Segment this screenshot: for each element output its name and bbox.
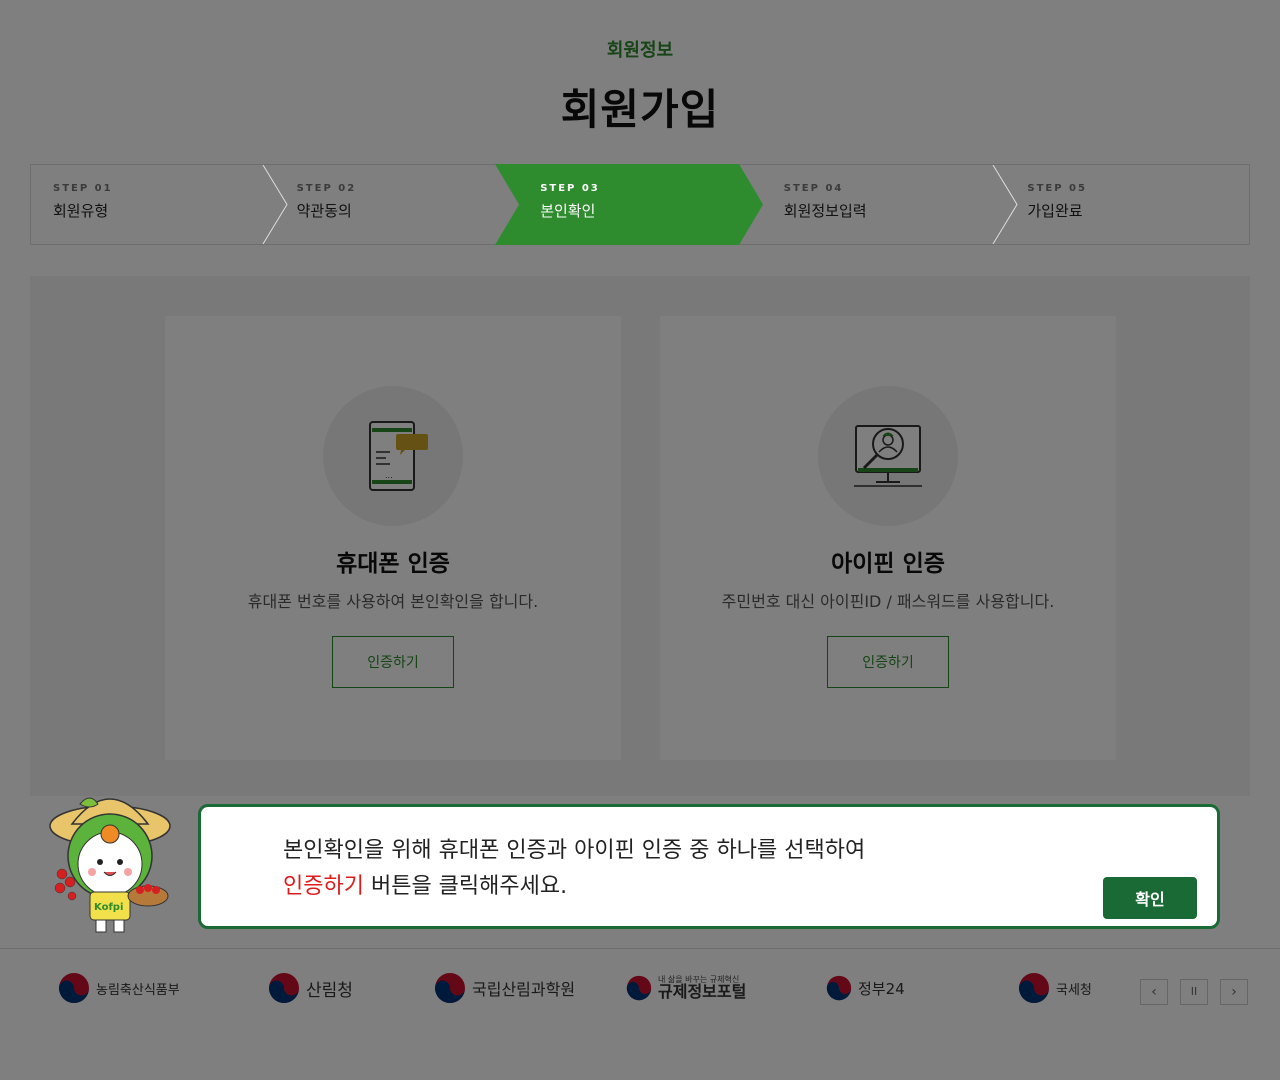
dialog-message-line2: 인증하기 버튼을 클릭해주세요. bbox=[283, 869, 865, 905]
alert-dialog: 본인확인을 위해 휴대폰 인증과 아이핀 인증 중 하나를 선택하여 인증하기 … bbox=[198, 804, 1220, 929]
dialog-message: 본인확인을 위해 휴대폰 인증과 아이핀 인증 중 하나를 선택하여 인증하기 … bbox=[283, 833, 865, 905]
step-divider bbox=[992, 165, 1018, 244]
dialog-message-line1: 본인확인을 위해 휴대폰 인증과 아이핀 인증 중 하나를 선택하여 bbox=[283, 838, 866, 863]
mascot-icon: Kofpi bbox=[49, 797, 171, 933]
step-divider bbox=[262, 165, 288, 244]
dialog-message-rest: 버튼을 클릭해주세요. bbox=[363, 874, 568, 899]
step-label: 본인확인 bbox=[540, 202, 596, 220]
mascot-label: Kofpi bbox=[94, 902, 123, 913]
confirm-button[interactable]: 확인 bbox=[1103, 877, 1197, 919]
step-number: STEP 03 bbox=[540, 183, 600, 194]
highlight-text: 인증하기 bbox=[283, 874, 364, 899]
